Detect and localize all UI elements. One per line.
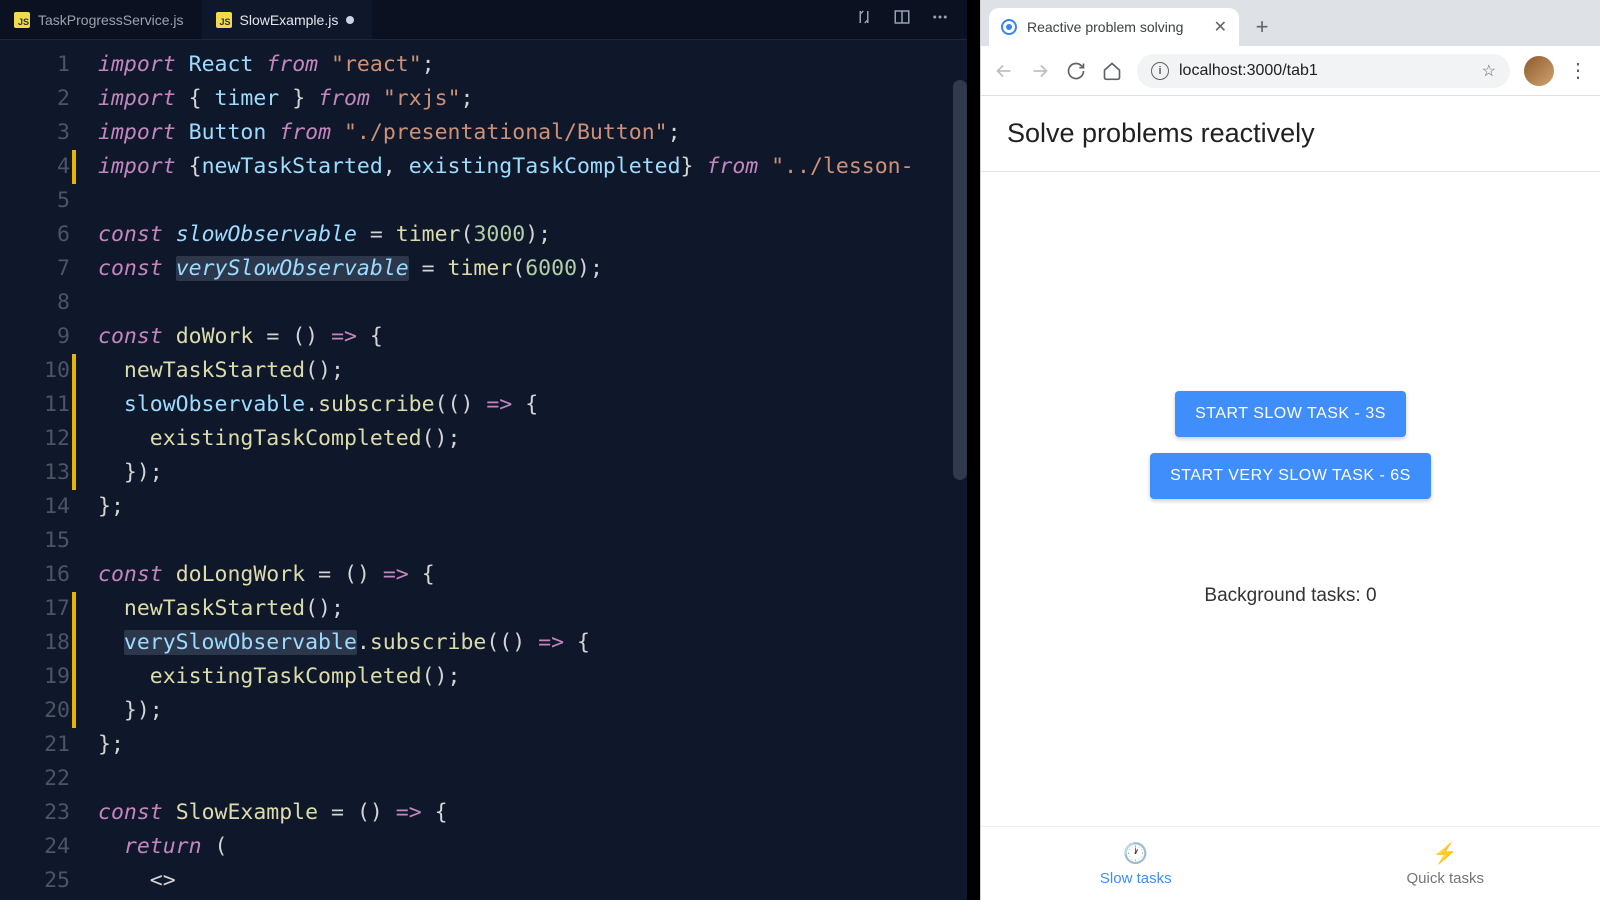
- code-line[interactable]: import Button from "./presentational/But…: [98, 116, 914, 150]
- line-number: 18: [0, 626, 70, 660]
- js-file-icon: JS: [14, 12, 30, 28]
- code-line[interactable]: existingTaskCompleted();: [98, 422, 914, 456]
- browser-tabstrip: Reactive problem solving ✕ +: [981, 0, 1600, 46]
- line-number: 12: [0, 422, 70, 456]
- editor-tab[interactable]: JS TaskProgressService.js: [0, 0, 202, 39]
- split-editor-icon[interactable]: [893, 8, 911, 31]
- line-number: 15: [0, 524, 70, 558]
- code-line[interactable]: [98, 184, 914, 218]
- code-line[interactable]: import React from "react";: [98, 48, 914, 82]
- line-number: 25: [0, 864, 70, 898]
- compare-changes-icon[interactable]: [855, 8, 873, 31]
- dirty-indicator-icon: [346, 16, 354, 24]
- line-number: 5: [0, 184, 70, 218]
- line-number: 22: [0, 762, 70, 796]
- page-header: Solve problems reactively: [981, 96, 1600, 172]
- editor-tab-actions: [855, 8, 967, 31]
- background-tasks-status: Background tasks: 0: [1204, 585, 1376, 607]
- line-number: 20: [0, 694, 70, 728]
- line-number: 14: [0, 490, 70, 524]
- code-line[interactable]: slowObservable.subscribe(() => {: [98, 388, 914, 422]
- more-actions-icon[interactable]: [931, 8, 949, 31]
- line-number: 24: [0, 830, 70, 864]
- line-number: 19: [0, 660, 70, 694]
- code-line[interactable]: };: [98, 490, 914, 524]
- line-number: 11: [0, 388, 70, 422]
- browser-tab-title: Reactive problem solving: [1027, 19, 1183, 35]
- page-content: Solve problems reactively START SLOW TAS…: [981, 96, 1600, 900]
- code-line[interactable]: };: [98, 728, 914, 762]
- line-number: 9: [0, 320, 70, 354]
- browser-toolbar: i localhost:3000/tab1 ☆ ⋮: [981, 46, 1600, 96]
- code-line[interactable]: const doWork = () => {: [98, 320, 914, 354]
- page-title: Solve problems reactively: [1007, 118, 1574, 149]
- tab-label: SlowExample.js: [240, 12, 339, 28]
- code-line[interactable]: newTaskStarted();: [98, 592, 914, 626]
- line-number: 23: [0, 796, 70, 830]
- line-number: 2: [0, 82, 70, 116]
- page-body: START SLOW TASK - 3S START VERY SLOW TAS…: [981, 172, 1600, 826]
- back-icon[interactable]: [993, 60, 1015, 82]
- url-text: localhost:3000/tab1: [1179, 62, 1318, 80]
- bottom-nav: 🕐 Slow tasks ⚡ Quick tasks: [981, 826, 1600, 900]
- code-line[interactable]: existingTaskCompleted();: [98, 660, 914, 694]
- nav-slow-tasks[interactable]: 🕐 Slow tasks: [981, 827, 1291, 900]
- code-line[interactable]: const verySlowObservable = timer(6000);: [98, 252, 914, 286]
- code-line[interactable]: newTaskStarted();: [98, 354, 914, 388]
- line-number: 10: [0, 354, 70, 388]
- code-line[interactable]: const SlowExample = () => {: [98, 796, 914, 830]
- browser-pane: Reactive problem solving ✕ + i localhost…: [980, 0, 1600, 900]
- site-info-icon[interactable]: i: [1151, 62, 1169, 80]
- code-line[interactable]: });: [98, 456, 914, 490]
- start-slow-task-button[interactable]: START SLOW TASK - 3S: [1175, 391, 1406, 437]
- code-line[interactable]: const slowObservable = timer(3000);: [98, 218, 914, 252]
- code-line[interactable]: return (: [98, 830, 914, 864]
- bolt-icon: ⚡: [1433, 841, 1458, 866]
- line-number: 3: [0, 116, 70, 150]
- close-tab-icon[interactable]: ✕: [1214, 17, 1227, 37]
- profile-avatar[interactable]: [1524, 56, 1554, 86]
- forward-icon[interactable]: [1029, 60, 1051, 82]
- line-number: 21: [0, 728, 70, 762]
- line-number: 8: [0, 286, 70, 320]
- line-number: 6: [0, 218, 70, 252]
- code-line[interactable]: [98, 286, 914, 320]
- editor-scrollbar[interactable]: [953, 80, 967, 480]
- editor-tab[interactable]: JS SlowExample.js: [202, 0, 373, 39]
- code-line[interactable]: const doLongWork = () => {: [98, 558, 914, 592]
- line-number: 7: [0, 252, 70, 286]
- code-line[interactable]: import {newTaskStarted, existingTaskComp…: [98, 150, 914, 184]
- split-handle[interactable]: [967, 0, 980, 900]
- browser-tab[interactable]: Reactive problem solving ✕: [989, 8, 1239, 46]
- address-bar[interactable]: i localhost:3000/tab1 ☆: [1137, 54, 1510, 88]
- editor-tab-bar: JS TaskProgressService.jsJS SlowExample.…: [0, 0, 967, 40]
- line-number: 13: [0, 456, 70, 490]
- home-icon[interactable]: [1101, 60, 1123, 82]
- line-number: 17: [0, 592, 70, 626]
- code-line[interactable]: [98, 524, 914, 558]
- code-line[interactable]: [98, 762, 914, 796]
- code-line[interactable]: });: [98, 694, 914, 728]
- tab-label: TaskProgressService.js: [38, 12, 184, 28]
- code-line[interactable]: import { timer } from "rxjs";: [98, 82, 914, 116]
- start-very-slow-task-button[interactable]: START VERY SLOW TASK - 6S: [1150, 453, 1431, 499]
- editor-pane: JS TaskProgressService.jsJS SlowExample.…: [0, 0, 967, 900]
- browser-menu-icon[interactable]: ⋮: [1568, 58, 1588, 83]
- bookmark-icon[interactable]: ☆: [1482, 61, 1496, 81]
- line-number: 4: [0, 150, 70, 184]
- background-tasks-count: 0: [1366, 585, 1377, 606]
- nav-quick-tasks[interactable]: ⚡ Quick tasks: [1291, 827, 1600, 900]
- code-line[interactable]: <>: [98, 864, 914, 898]
- line-number: 16: [0, 558, 70, 592]
- line-number: 1: [0, 48, 70, 82]
- code-line[interactable]: verySlowObservable.subscribe(() => {: [98, 626, 914, 660]
- new-tab-button[interactable]: +: [1247, 12, 1277, 42]
- clock-icon: 🕐: [1123, 841, 1148, 866]
- favicon-icon: [1001, 19, 1017, 35]
- reload-icon[interactable]: [1065, 60, 1087, 82]
- js-file-icon: JS: [216, 12, 232, 28]
- code-editor[interactable]: 1234567891011121314151617181920212223242…: [0, 40, 967, 900]
